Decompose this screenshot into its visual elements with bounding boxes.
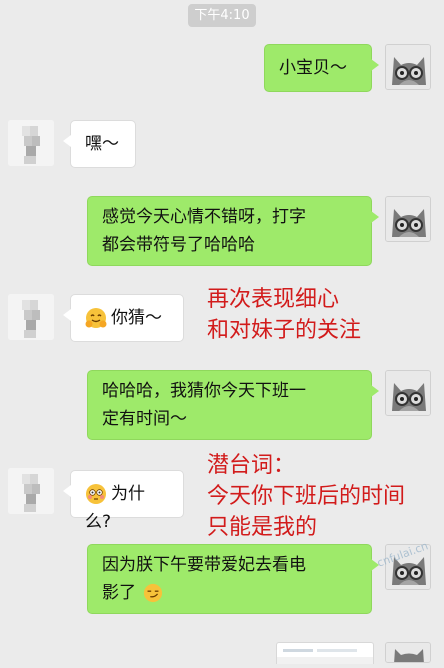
my-avatar[interactable] <box>385 642 431 663</box>
cat-avatar-icon <box>386 643 430 662</box>
message-bubble-sent[interactable]: 小宝贝～ <box>264 44 379 92</box>
contact-avatar[interactable] <box>8 120 54 166</box>
timestamp: 下午4:10 <box>188 4 256 27</box>
message-bubble-received[interactable]: 为什么? <box>63 470 184 532</box>
message-text-line: 因为朕下午要带爱妃去看电 <box>102 555 306 575</box>
cat-avatar-icon <box>386 45 430 89</box>
annotation-line: 和对妹子的关注 <box>207 318 362 343</box>
smirk-face-icon <box>144 583 163 603</box>
message-text: 小宝贝～ <box>279 58 347 78</box>
pixelated-avatar-icon <box>8 294 54 340</box>
my-avatar[interactable] <box>385 370 431 416</box>
annotation-note: 再次表现细心 和对妹子的关注 <box>207 284 361 346</box>
message-text-line: 影了 <box>102 579 357 607</box>
my-avatar[interactable] <box>385 44 431 90</box>
message-text: 你猜～ <box>111 308 162 328</box>
partial-image-message[interactable] <box>276 642 374 664</box>
message-bubble-sent[interactable]: 因为朕下午要带爱妃去看电 影了 <box>87 544 379 614</box>
my-avatar[interactable] <box>385 196 431 242</box>
flushed-face-icon <box>86 484 106 504</box>
message-bubble-received[interactable]: 你猜～ <box>63 294 184 342</box>
cat-avatar-icon <box>386 197 430 241</box>
message-text-line: 哈哈哈，我猜你今天下班一 <box>102 381 306 401</box>
message-text-line: 定有时间～ <box>102 409 187 429</box>
pixelated-avatar-icon <box>8 468 54 514</box>
message-bubble-sent[interactable]: 感觉今天心情不错呀，打字 都会带符号了哈哈哈 <box>87 196 379 266</box>
annotation-note: 潜台词： 今天你下班后的时间 只能是我的 <box>207 450 405 543</box>
pixelated-avatar-icon <box>8 120 54 166</box>
map-preview-icon <box>277 649 373 664</box>
message-bubble-sent[interactable]: 哈哈哈，我猜你今天下班一 定有时间～ <box>87 370 379 440</box>
message-bubble-received[interactable]: 嘿～ <box>63 120 136 168</box>
message-text-line: 都会带符号了哈哈哈 <box>102 235 255 255</box>
annotation-line: 今天你下班后的时间 <box>207 484 406 509</box>
smiling-face-hands-icon <box>85 308 107 328</box>
message-text: 影了 <box>102 583 136 603</box>
contact-avatar[interactable] <box>8 294 54 340</box>
annotation-line: 只能是我的 <box>207 515 318 540</box>
annotation-line: 再次表现细心 <box>207 287 340 312</box>
message-text-line: 感觉今天心情不错呀，打字 <box>102 207 306 227</box>
cat-avatar-icon <box>386 371 430 415</box>
annotation-line: 潜台词： <box>207 453 296 478</box>
message-text: 嘿～ <box>85 134 119 154</box>
contact-avatar[interactable] <box>8 468 54 514</box>
